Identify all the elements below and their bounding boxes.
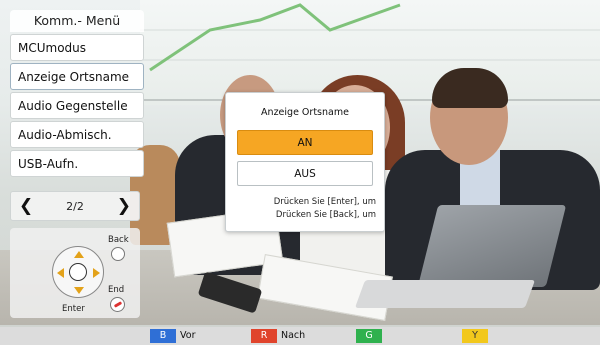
color-key-bar: B Vor R Nach G Y xyxy=(0,327,600,345)
menu-item-audio-mix[interactable]: Audio-Abmisch. xyxy=(10,121,144,148)
green-key[interactable]: G xyxy=(356,329,382,343)
option-on-button[interactable]: AN xyxy=(237,130,373,155)
blue-key[interactable]: B Vor xyxy=(150,329,195,343)
remote-control-hint: Back End Enter xyxy=(10,228,140,318)
green-key-icon: G xyxy=(356,329,382,343)
back-label: Back xyxy=(108,235,129,245)
site-name-dialog: Anzeige Ortsname AN AUS Drücken Sie [Ent… xyxy=(225,92,385,232)
yellow-key-icon: Y xyxy=(462,329,488,343)
menu-item-audio-remote[interactable]: Audio Gegenstelle xyxy=(10,92,144,119)
blue-key-label: Vor xyxy=(180,330,196,341)
end-call-icon xyxy=(110,297,125,312)
menu-item-mcu-mode[interactable]: MCUmodus xyxy=(10,34,144,61)
arrow-down-icon xyxy=(74,287,84,294)
enter-button-icon xyxy=(69,263,87,281)
dpad-icon xyxy=(52,246,104,298)
laptop-base xyxy=(354,280,536,308)
enter-label: Enter xyxy=(62,304,85,314)
hint-enter-text: Drücken Sie [Enter], um xyxy=(273,197,376,207)
page-indicator: 2/2 xyxy=(66,199,84,213)
communication-menu: Komm.- Menü MCUmodus Anzeige Ortsname Au… xyxy=(10,10,144,177)
back-button-icon xyxy=(111,247,125,261)
blue-key-icon: B xyxy=(150,329,176,343)
yellow-key[interactable]: Y xyxy=(462,329,488,343)
menu-title: Komm.- Menü xyxy=(10,10,144,32)
chevron-left-icon[interactable]: ❮ xyxy=(19,196,33,216)
chevron-right-icon[interactable]: ❯ xyxy=(117,196,131,216)
dialog-title: Anzeige Ortsname xyxy=(261,107,349,118)
arrow-up-icon xyxy=(74,251,84,258)
menu-item-usb-record[interactable]: USB-Aufn. xyxy=(10,150,144,177)
red-key-label: Nach xyxy=(281,330,306,341)
end-label: End xyxy=(108,285,125,295)
menu-item-site-name-display[interactable]: Anzeige Ortsname xyxy=(10,63,144,90)
red-key[interactable]: R Nach xyxy=(251,329,305,343)
arrow-right-icon xyxy=(93,268,100,278)
option-off-button[interactable]: AUS xyxy=(237,161,373,186)
laptop xyxy=(417,205,567,287)
red-key-icon: R xyxy=(251,329,277,343)
menu-pager: ❮ 2/2 ❯ xyxy=(10,191,140,221)
hint-back-text: Drücken Sie [Back], um xyxy=(275,210,376,220)
arrow-left-icon xyxy=(57,268,64,278)
